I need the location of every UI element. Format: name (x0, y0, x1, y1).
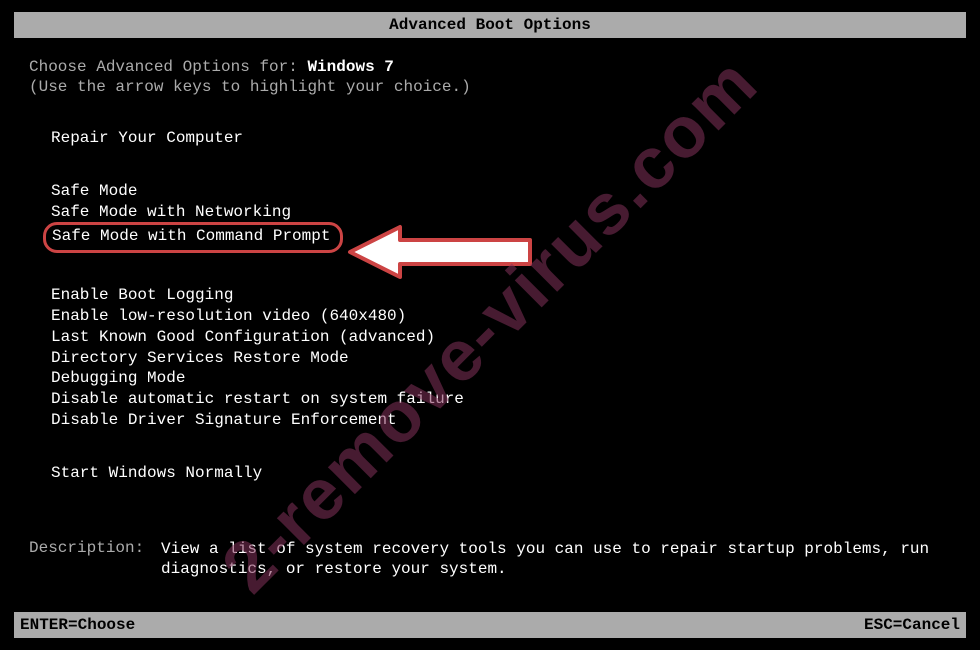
option-boot-logging[interactable]: Enable Boot Logging (51, 285, 966, 306)
footer-esc: ESC=Cancel (864, 616, 960, 634)
option-repair[interactable]: Repair Your Computer (51, 128, 966, 149)
description-block: Description: View a list of system recov… (29, 539, 966, 581)
section-repair: Repair Your Computer (29, 128, 966, 149)
intro-prefix: Choose Advanced Options for: (29, 58, 307, 76)
option-safe-mode-cmd-wrapper: Safe Mode with Command Prompt (51, 222, 966, 253)
option-ds-restore[interactable]: Directory Services Restore Mode (51, 348, 966, 369)
description-label: Description: (29, 539, 161, 581)
option-safe-mode-cmd[interactable]: Safe Mode with Command Prompt (43, 222, 343, 253)
option-debugging[interactable]: Debugging Mode (51, 368, 966, 389)
title-bar: Advanced Boot Options (14, 12, 966, 38)
option-last-known-good[interactable]: Last Known Good Configuration (advanced) (51, 327, 966, 348)
option-disable-driver-sig[interactable]: Disable Driver Signature Enforcement (51, 410, 966, 431)
option-low-res[interactable]: Enable low-resolution video (640x480) (51, 306, 966, 327)
option-safe-mode[interactable]: Safe Mode (51, 181, 966, 202)
footer-bar: ENTER=Choose ESC=Cancel (14, 612, 966, 638)
intro-hint: (Use the arrow keys to highlight your ch… (29, 78, 966, 96)
option-disable-auto-restart[interactable]: Disable automatic restart on system fail… (51, 389, 966, 410)
description-text: View a list of system recovery tools you… (161, 539, 966, 581)
intro-os: Windows 7 (307, 58, 393, 76)
footer-enter: ENTER=Choose (20, 616, 135, 634)
section-safe: Safe Mode Safe Mode with Networking Safe… (29, 181, 966, 253)
intro-line: Choose Advanced Options for: Windows 7 (29, 58, 966, 76)
section-normal: Start Windows Normally (29, 463, 966, 484)
option-start-normally[interactable]: Start Windows Normally (51, 463, 966, 484)
option-safe-mode-networking[interactable]: Safe Mode with Networking (51, 202, 966, 223)
section-advanced: Enable Boot Logging Enable low-resolutio… (29, 285, 966, 431)
content-area: Choose Advanced Options for: Windows 7 (… (14, 38, 966, 580)
page-title: Advanced Boot Options (389, 16, 591, 34)
